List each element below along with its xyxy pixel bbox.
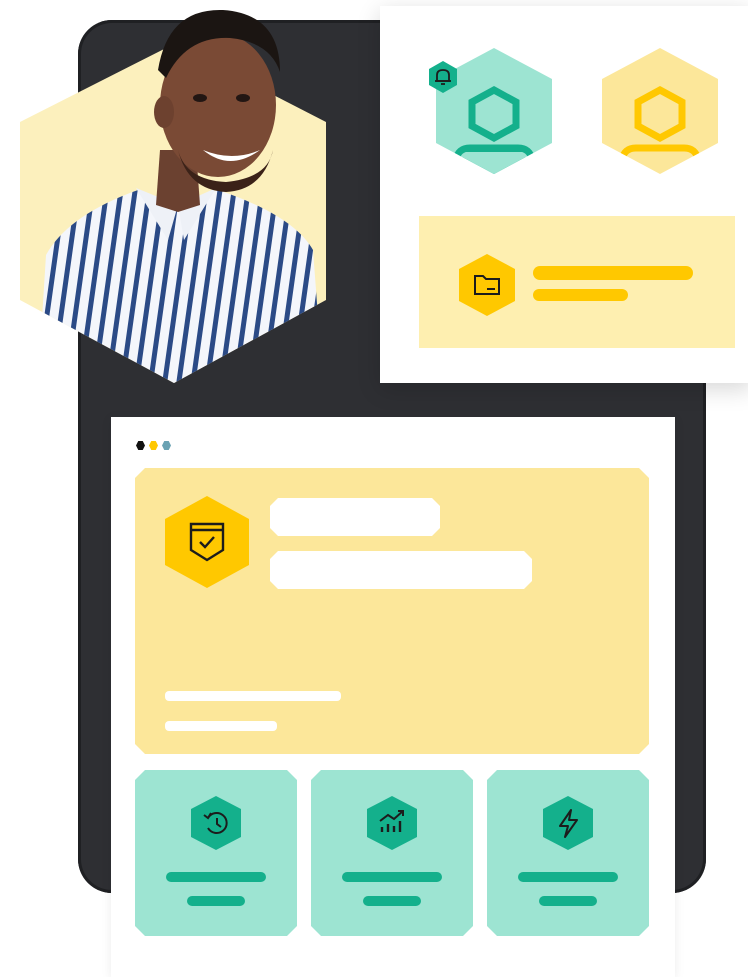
placeholder-bar	[363, 896, 421, 906]
bell-icon	[425, 59, 461, 95]
feature-tile-history[interactable]	[135, 770, 297, 936]
placeholder-line	[165, 721, 277, 731]
user-avatar-icon	[602, 48, 718, 174]
window-dot	[162, 441, 171, 450]
placeholder-pill	[270, 551, 532, 589]
hero-card	[135, 468, 649, 754]
placeholder-pill	[270, 498, 440, 536]
window-dots	[136, 441, 171, 450]
placeholder-bar	[166, 872, 266, 882]
placeholder-line	[165, 691, 341, 701]
placeholder-bar	[187, 896, 245, 906]
window-dot	[149, 441, 158, 450]
placeholder-bar	[533, 289, 628, 301]
placeholder-bar	[342, 872, 442, 882]
placeholder-bar	[518, 872, 618, 882]
history-icon	[191, 796, 241, 850]
placeholder-bar	[533, 266, 693, 280]
feature-tile-analytics[interactable]	[311, 770, 473, 936]
placeholder-bar	[539, 896, 597, 906]
badge-check-icon	[165, 496, 249, 588]
lightning-icon	[543, 796, 593, 850]
feature-tile-performance[interactable]	[487, 770, 649, 936]
folder-list-item[interactable]	[419, 216, 735, 348]
person-photo	[18, 0, 330, 383]
analytics-chart-icon	[367, 796, 417, 850]
folder-icon	[459, 254, 515, 316]
window-dot	[136, 441, 145, 450]
